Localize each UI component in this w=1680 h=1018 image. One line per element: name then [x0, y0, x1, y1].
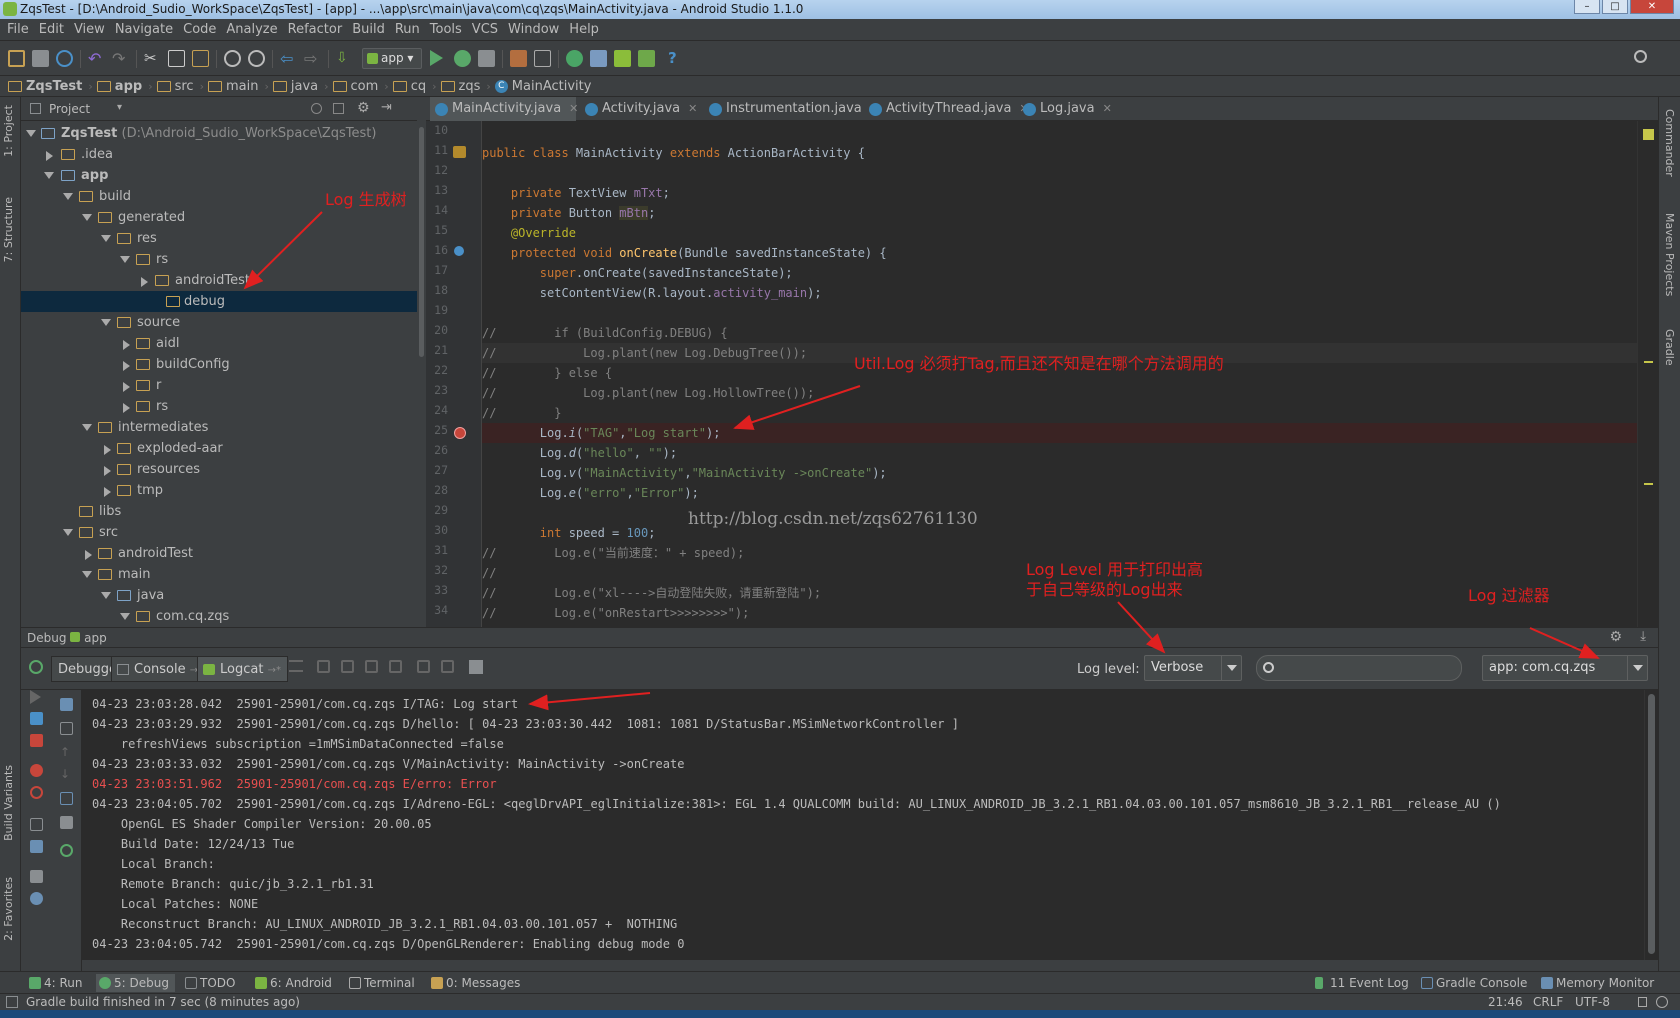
tab-todo[interactable]: TODO	[182, 974, 235, 992]
bottom-tool-tabs: 4: Run 5: Debug TODO 6: Android Terminal…	[0, 971, 1680, 993]
os-taskbar	[0, 1010, 1680, 1018]
tab-android[interactable]: 6: Android	[252, 974, 332, 992]
event-log-icon	[1315, 977, 1323, 989]
status-message: Gradle build finished in 7 sec (8 minute…	[26, 995, 300, 1009]
tab-event-log[interactable]: 11 Event Log	[1312, 974, 1409, 992]
android-icon	[255, 977, 267, 989]
arrow-to-log-level	[1117, 601, 1166, 654]
todo-icon	[185, 977, 197, 989]
gradle-console-icon	[1421, 977, 1433, 989]
arrow-to-filter	[1529, 627, 1600, 659]
inspector-icon[interactable]	[1656, 996, 1668, 1008]
lock-icon[interactable]	[1638, 997, 1647, 1007]
run-icon	[29, 977, 41, 989]
tab-messages[interactable]: 0: Messages	[428, 974, 520, 992]
caret-position[interactable]: 21:46	[1488, 994, 1523, 1010]
arrow-to-debug-folder	[243, 211, 323, 290]
tab-debug[interactable]: 5: Debug	[96, 974, 175, 992]
arrow-to-log-start	[733, 385, 861, 430]
status-bar: Gradle build finished in 7 sec (8 minute…	[0, 993, 1680, 1010]
tab-gradle-console[interactable]: Gradle Console	[1418, 974, 1527, 992]
tab-run[interactable]: 4: Run	[26, 974, 83, 992]
arrow-to-first-log	[528, 692, 651, 711]
debug-icon	[99, 977, 111, 989]
toggle-tool-windows-icon[interactable]	[6, 996, 18, 1008]
annotation-arrows	[243, 211, 1600, 711]
tab-terminal[interactable]: Terminal	[346, 974, 415, 992]
messages-icon	[431, 977, 443, 989]
tab-memory-monitor[interactable]: Memory Monitor	[1538, 974, 1654, 992]
memory-monitor-icon	[1541, 977, 1553, 989]
line-separator[interactable]: CRLF	[1533, 994, 1563, 1010]
file-encoding[interactable]: UTF-8	[1575, 994, 1610, 1010]
terminal-icon	[349, 977, 361, 989]
